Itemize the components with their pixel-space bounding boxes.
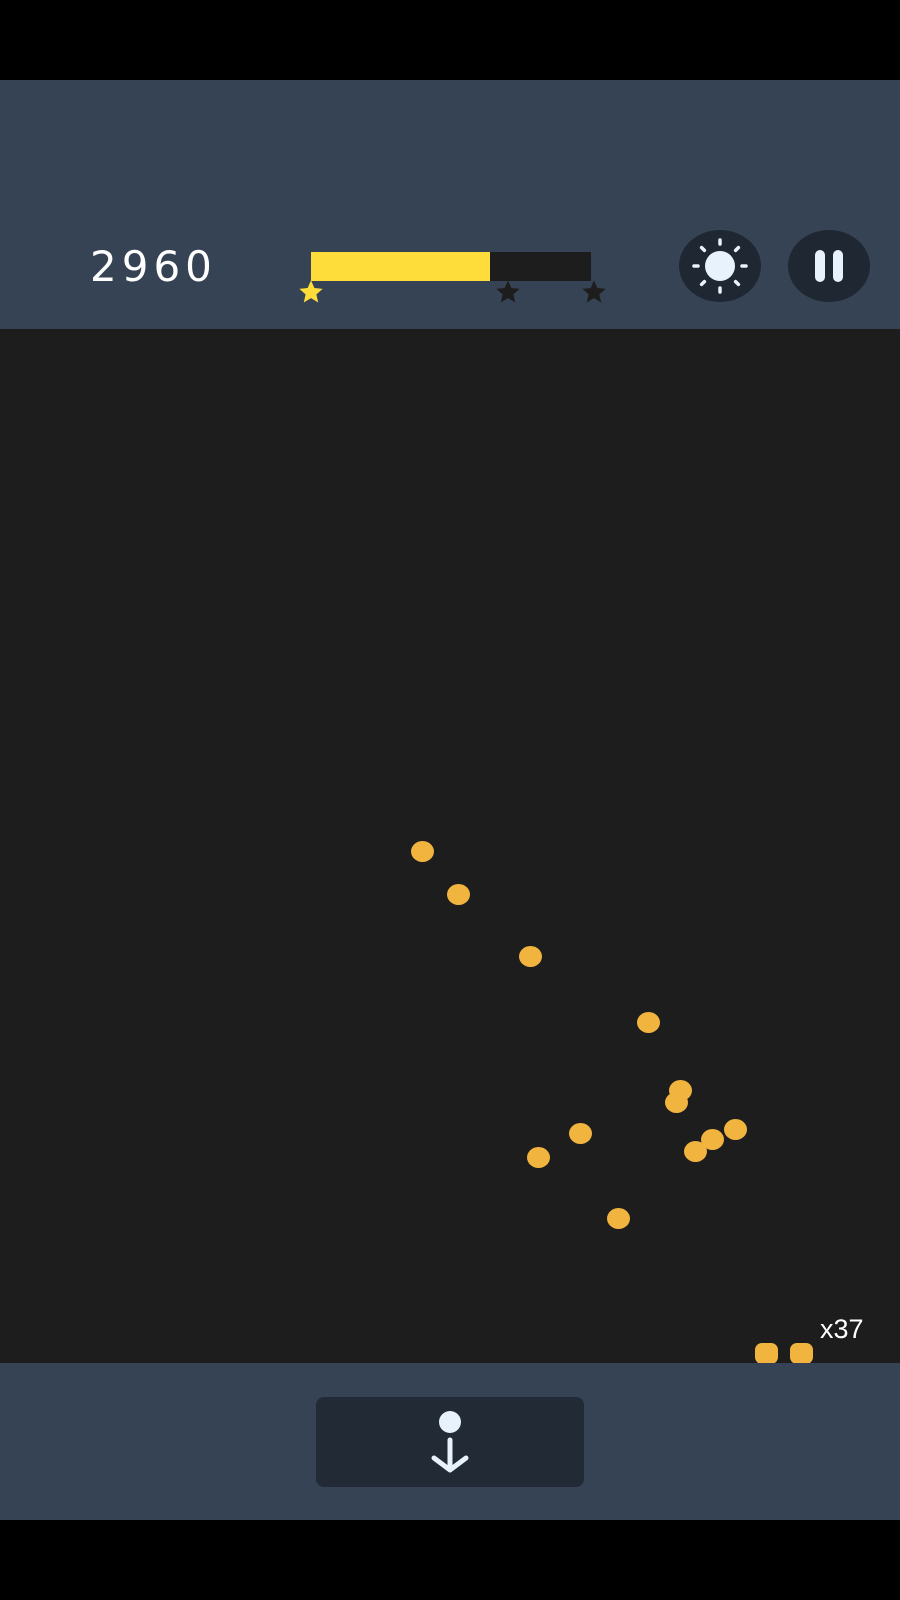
sun-icon bbox=[692, 238, 748, 294]
star-icon bbox=[580, 278, 608, 306]
level-progress-fill bbox=[311, 252, 491, 281]
game-screen: 2960 x37 bbox=[0, 0, 900, 1600]
pause-button[interactable] bbox=[788, 230, 870, 302]
drop-balls-button[interactable] bbox=[316, 1397, 584, 1487]
launcher-ball bbox=[755, 1343, 778, 1364]
brightness-button[interactable] bbox=[679, 230, 761, 302]
star-icon bbox=[297, 278, 325, 306]
launcher-ball bbox=[790, 1343, 813, 1364]
ball-count-label: x37 bbox=[820, 1314, 864, 1344]
play-area[interactable] bbox=[0, 329, 900, 1363]
score-display: 2960 bbox=[90, 242, 217, 291]
drop-down-arrow-icon bbox=[431, 1411, 469, 1473]
pause-icon bbox=[815, 250, 843, 282]
star-icon bbox=[494, 278, 522, 306]
level-progress-bar bbox=[311, 252, 591, 281]
